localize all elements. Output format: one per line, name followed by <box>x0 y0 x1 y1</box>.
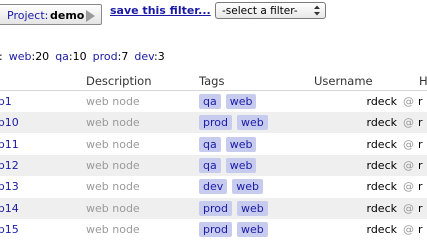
node-name-link[interactable]: eb1 <box>0 95 12 108</box>
tag-summary-name: dev <box>134 50 155 63</box>
node-username: rdeck <box>366 158 398 172</box>
node-hostname: r <box>418 222 423 236</box>
node-description: web node <box>86 222 140 236</box>
node-tags: qa web <box>199 94 261 110</box>
at-sign: @ <box>403 222 414 236</box>
header-tags[interactable]: Tags <box>199 74 224 88</box>
node-name-link[interactable]: eb14 <box>0 202 19 215</box>
table-row[interactable]: eb1 web node qaweb rdeck @ r <box>0 91 427 112</box>
project-button[interactable]: Project: demo <box>0 4 102 25</box>
project-label: Project: <box>7 9 49 22</box>
node-tags: dev web <box>199 179 268 195</box>
node-tags: prod web <box>199 115 273 131</box>
tag-summary-count: 3 <box>157 50 165 63</box>
node-tags: prod web <box>199 221 273 238</box>
node-description: web node <box>86 137 140 151</box>
tag-summary-name: qa <box>55 50 69 63</box>
table-row[interactable]: eb11 web node qaweb rdeck @ r <box>0 134 427 155</box>
tag-summary-item[interactable]: dev:3 <box>134 50 164 63</box>
node-hostname: r <box>418 116 423 130</box>
node-name-link[interactable]: eb13 <box>0 180 19 193</box>
at-sign: @ <box>403 116 414 130</box>
node-username: rdeck <box>366 137 398 151</box>
node-username: rdeck <box>366 116 398 130</box>
at-sign: @ <box>403 158 414 172</box>
node-hostname: r <box>418 180 423 194</box>
node-username: rdeck <box>366 201 398 215</box>
tag-summary: : web:20 qa:10 prod:7 dev:3 <box>0 50 171 63</box>
tag-badge[interactable]: qa <box>199 157 221 173</box>
tag-summary-count: 7 <box>121 50 129 63</box>
tag-summary-item[interactable]: qa:10 <box>55 50 86 63</box>
node-name-link[interactable]: eb12 <box>0 159 19 172</box>
node-hostname: r <box>418 95 423 108</box>
table-row[interactable]: eb13 web node devweb rdeck @ r <box>0 176 427 197</box>
tag-summary-lead: : <box>0 50 3 63</box>
tag-badge[interactable]: web <box>236 115 268 131</box>
project-name: demo <box>50 9 85 22</box>
node-name-link[interactable]: eb15 <box>0 223 19 236</box>
tag-badge[interactable]: qa <box>199 94 221 109</box>
table-row[interactable]: eb12 web node qaweb rdeck @ r <box>0 154 427 176</box>
tag-summary-name: prod <box>92 50 118 63</box>
node-description: web node <box>86 95 140 108</box>
tag-badge[interactable]: prod <box>199 200 232 216</box>
table-row[interactable]: eb14 web node prodweb rdeck @ r <box>0 197 427 219</box>
tag-badge[interactable]: web <box>236 200 268 216</box>
tag-badge[interactable]: web <box>236 221 268 237</box>
play-icon <box>86 10 95 22</box>
tag-badge[interactable]: web <box>225 136 257 152</box>
header-description[interactable]: Description <box>86 74 152 88</box>
node-tags: qa web <box>199 136 261 153</box>
node-hostname: r <box>418 137 423 151</box>
node-username: rdeck <box>366 95 398 108</box>
tag-badge[interactable]: dev <box>199 179 228 195</box>
at-sign: @ <box>403 180 414 194</box>
node-name-link[interactable]: eb10 <box>0 116 19 129</box>
tag-badge[interactable]: web <box>232 179 264 195</box>
node-tags: qa web <box>199 157 261 174</box>
filter-select[interactable]: -select a filter- <box>215 2 326 19</box>
table-row[interactable]: eb15 web node prodweb rdeck @ r <box>0 219 427 240</box>
node-description: web node <box>86 158 140 172</box>
tag-badge[interactable]: qa <box>199 136 221 152</box>
at-sign: @ <box>403 95 414 108</box>
tag-badge[interactable]: prod <box>199 115 232 131</box>
node-username: rdeck <box>366 180 398 194</box>
header-hostname[interactable]: H <box>419 74 427 88</box>
save-filter-link[interactable]: save this filter... <box>110 4 211 17</box>
tag-badge[interactable]: web <box>225 94 257 109</box>
at-sign: @ <box>403 137 414 151</box>
node-hostname: r <box>418 201 423 215</box>
node-username: rdeck <box>366 222 398 236</box>
node-tags: prod web <box>199 200 273 217</box>
table-row[interactable]: eb10 web node prodweb rdeck @ r <box>0 112 427 134</box>
header-username[interactable]: Username <box>314 74 373 88</box>
node-name-link[interactable]: eb11 <box>0 138 19 151</box>
select-arrows-icon <box>314 5 320 16</box>
node-description: web node <box>86 116 140 130</box>
node-description: web node <box>86 201 140 215</box>
node-hostname: r <box>418 158 423 172</box>
tag-badge[interactable]: web <box>225 157 257 173</box>
tag-summary-item[interactable]: prod:7 <box>93 50 129 63</box>
node-filter-page: Project: demo save this filter... -selec… <box>0 0 427 240</box>
node-description: web node <box>86 180 140 194</box>
tag-summary-item[interactable]: web:20 <box>9 50 49 63</box>
tag-badge[interactable]: prod <box>199 221 232 237</box>
at-sign: @ <box>403 201 414 215</box>
filter-select-value: -select a filter- <box>222 5 298 17</box>
tag-summary-count: 20 <box>35 50 50 63</box>
tag-summary-count: 10 <box>72 50 87 63</box>
tag-summary-name: web <box>8 50 32 63</box>
